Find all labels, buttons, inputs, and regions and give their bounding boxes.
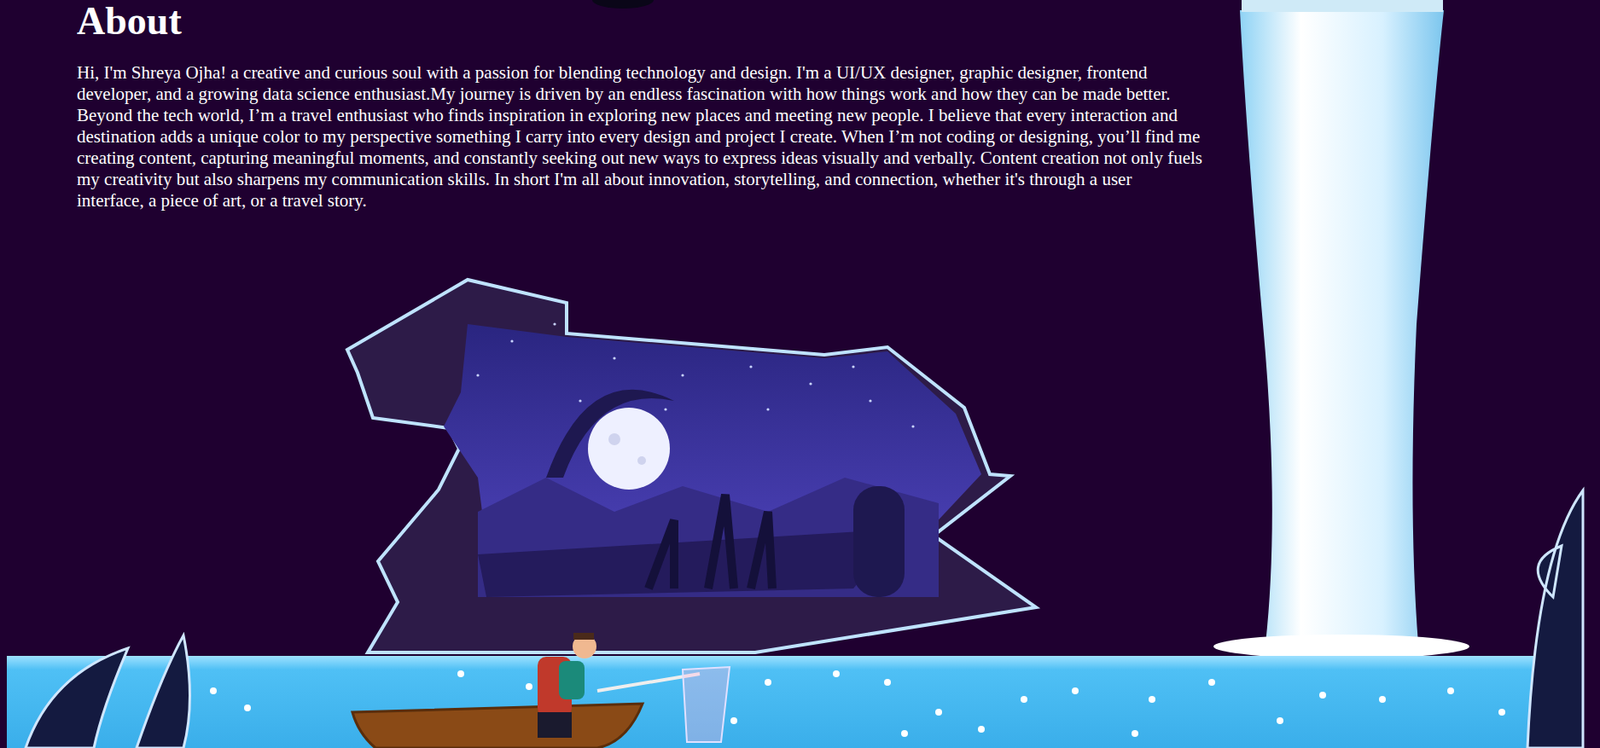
hills [477, 477, 939, 598]
ground [477, 529, 905, 598]
waterfall-foam [1213, 634, 1470, 659]
fisherman [537, 633, 730, 743]
stars [476, 322, 914, 428]
sparkles [98, 670, 1548, 738]
about-title: About [76, 0, 1204, 44]
plants [648, 494, 773, 589]
moon [587, 407, 670, 490]
leaves-right [1527, 490, 1583, 748]
top-shape [592, 0, 654, 9]
about-text: Hi, I'm Shreya Ojha! a creative and curi… [76, 62, 1204, 212]
about-section: About Hi, I'm Shreya Ojha! a creative and… [0, 0, 1204, 212]
tree [546, 389, 675, 478]
about-page: About Hi, I'm Shreya Ojha! a creative and… [0, 0, 1600, 748]
boat [352, 704, 643, 748]
rock-frame [347, 279, 1036, 653]
lake [6, 656, 1583, 748]
leaves-left [25, 635, 191, 748]
waterfall [1239, 10, 1444, 645]
cactus [853, 486, 905, 598]
night-sky [443, 324, 982, 598]
